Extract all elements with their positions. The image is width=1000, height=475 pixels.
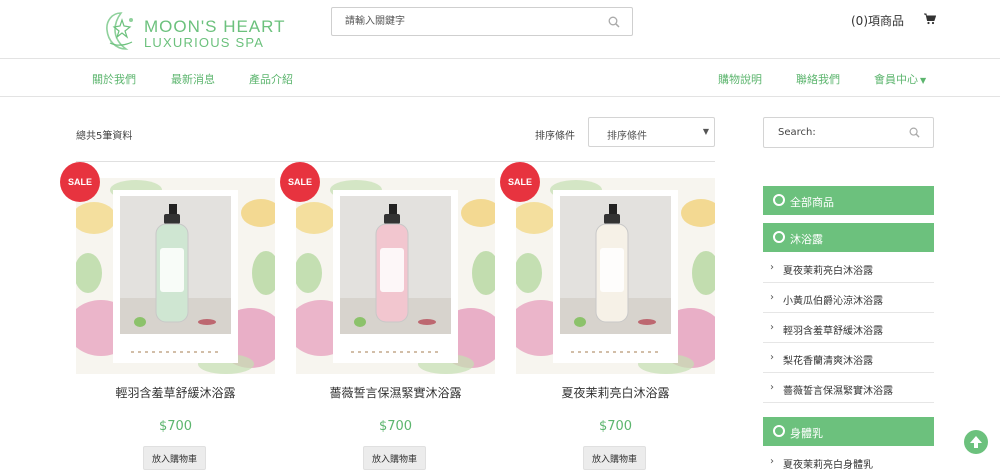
category-label: 身體乳 — [790, 427, 823, 440]
sale-badge: SALE — [500, 162, 540, 202]
caret-down-icon: ▼ — [702, 127, 709, 136]
product-price: $700 — [158, 419, 193, 434]
product-price: $700 — [378, 419, 413, 434]
sale-badge: SALE — [280, 162, 320, 202]
add-to-cart-button[interactable]: 放入購物車 — [363, 446, 426, 470]
nav-about[interactable]: 關於我們 — [92, 71, 136, 87]
product-card[interactable]: SALE 輕羽含羞草舒緩沐浴露 $700 放入購物車 — [60, 162, 275, 475]
category-header[interactable]: 全部商品 — [763, 186, 934, 215]
category-item-label: 梨花香蘭清爽沐浴露 — [783, 356, 873, 367]
category-item-label: 薔薇誓言保濕緊實沐浴露 — [783, 386, 893, 397]
category-label: 沐浴露 — [790, 233, 823, 246]
search-icon[interactable] — [909, 127, 920, 138]
product-card[interactable]: SALE 薔薇誓言保濕緊實沐浴露 $700 放入購物車 — [280, 162, 495, 475]
chevron-right-icon: › — [770, 382, 774, 393]
product-card[interactable]: SALE 夏夜茉莉亮白沐浴露 $700 放入購物車 — [500, 162, 715, 475]
nav-news[interactable]: 最新消息 — [171, 71, 215, 87]
category-item[interactable]: › 薔薇誓言保濕緊實沐浴露 — [763, 373, 934, 403]
cart-count-link[interactable]: (0)項商品 — [851, 12, 904, 29]
chevron-right-icon: › — [770, 352, 774, 363]
chevron-down-icon: ▼ — [920, 76, 927, 85]
circle-icon — [773, 231, 785, 243]
product-photo — [516, 178, 715, 374]
sort-select[interactable]: 排序條件 ▼ — [588, 117, 715, 147]
product-name[interactable]: 夏夜茉莉亮白沐浴露 — [516, 384, 715, 401]
brand-name: MOON'S HEART — [144, 17, 286, 36]
sort-selected-value: 排序條件 — [607, 131, 647, 142]
header-search-box — [331, 7, 633, 36]
result-count: 總共5筆資料 — [76, 131, 133, 142]
product-image[interactable] — [516, 178, 715, 374]
product-photo — [76, 178, 275, 374]
brand-logo[interactable]: MOON'S HEART LUXURIOUS SPA — [102, 8, 292, 54]
category-label: 全部商品 — [790, 196, 834, 209]
main-nav: 關於我們 最新消息 產品介紹 購物說明 聯絡我們 會員中心 ▼ — [0, 59, 1000, 97]
category-item-label: 夏夜茉莉亮白沐浴露 — [783, 266, 873, 277]
header-search-input[interactable] — [332, 8, 592, 35]
chevron-right-icon: › — [770, 456, 774, 467]
site-header: MOON'S HEART LUXURIOUS SPA (0)項商品 — [0, 0, 1000, 59]
sale-badge: SALE — [60, 162, 100, 202]
product-photo — [296, 178, 495, 374]
category-header[interactable]: 沐浴露 — [763, 223, 934, 252]
sidebar-search-box — [763, 117, 934, 148]
circle-icon — [773, 425, 785, 437]
product-price: $700 — [598, 419, 633, 434]
chevron-right-icon: › — [770, 322, 774, 333]
arrow-up-icon — [970, 436, 982, 448]
divider — [76, 161, 715, 162]
category-item[interactable]: › 夏夜茉莉亮白身體乳 — [763, 447, 934, 475]
nav-member-label: 會員中心 — [874, 73, 918, 86]
sidebar-search-input[interactable] — [764, 118, 899, 147]
add-to-cart-button[interactable]: 放入購物車 — [143, 446, 206, 470]
sort-label: 排序條件 — [535, 131, 575, 142]
category-item[interactable]: › 梨花香蘭清爽沐浴露 — [763, 343, 934, 373]
category-header[interactable]: 身體乳 — [763, 417, 934, 446]
back-to-top-button[interactable] — [964, 430, 988, 454]
nav-member-center[interactable]: 會員中心 ▼ — [874, 71, 926, 87]
category-item-label: 小黃瓜伯爵沁涼沐浴露 — [783, 296, 883, 307]
nav-products[interactable]: 產品介紹 — [249, 71, 293, 87]
add-to-cart-button[interactable]: 放入購物車 — [583, 446, 646, 470]
category-item[interactable]: › 夏夜茉莉亮白沐浴露 — [763, 253, 934, 283]
product-name[interactable]: 薔薇誓言保濕緊實沐浴露 — [296, 384, 495, 401]
category-item[interactable]: › 小黃瓜伯爵沁涼沐浴露 — [763, 283, 934, 313]
category-item[interactable]: › 輕羽含羞草舒緩沐浴露 — [763, 313, 934, 343]
product-name[interactable]: 輕羽含羞草舒緩沐浴露 — [76, 384, 275, 401]
brand-logo-icon — [106, 12, 133, 50]
nav-contact[interactable]: 聯絡我們 — [796, 71, 840, 87]
chevron-right-icon: › — [770, 262, 774, 273]
circle-icon — [773, 194, 785, 206]
cart-icon[interactable] — [924, 13, 936, 25]
category-item-label: 夏夜茉莉亮白身體乳 — [783, 460, 873, 471]
product-image[interactable] — [76, 178, 275, 374]
chevron-right-icon: › — [770, 292, 774, 303]
brand-subtitle: LUXURIOUS SPA — [144, 35, 265, 50]
category-item-label: 輕羽含羞草舒緩沐浴露 — [783, 326, 883, 337]
nav-shopping-guide[interactable]: 購物說明 — [718, 71, 762, 87]
product-image[interactable] — [296, 178, 495, 374]
search-icon[interactable] — [608, 16, 620, 28]
